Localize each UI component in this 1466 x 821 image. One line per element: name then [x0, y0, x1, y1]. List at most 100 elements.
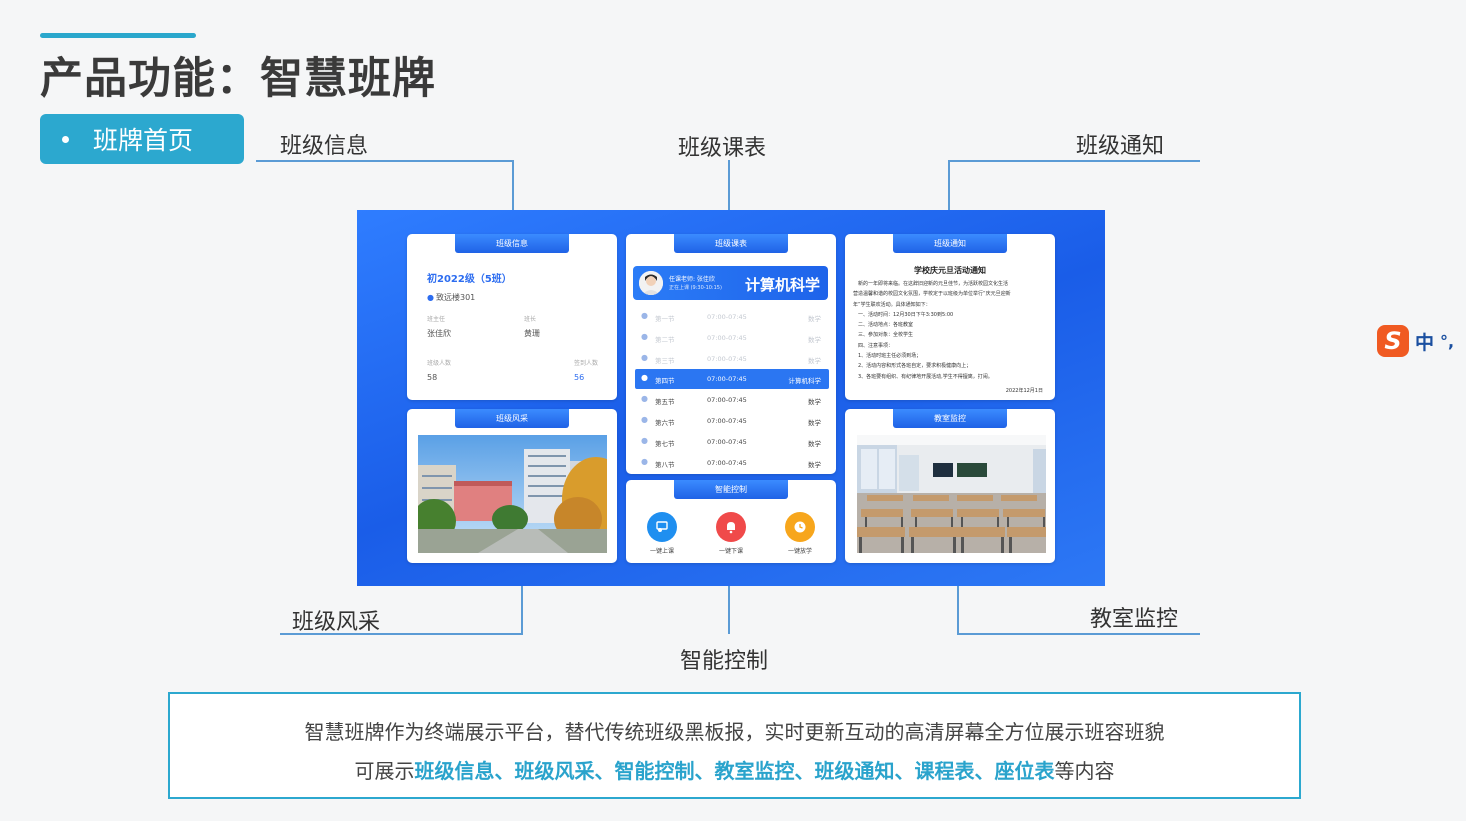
schedule-row: ● 第三节 07:00-07:45 数学	[635, 349, 829, 369]
bullet-icon: ●	[641, 394, 648, 404]
notice-line: 营造温馨和谐的校园文化氛围，学校定于以班级为单位举行“庆元旦迎新	[853, 291, 1011, 298]
one-click-start-class-button[interactable]: 一键上课	[642, 512, 682, 555]
callout-line	[957, 586, 959, 634]
summary-highlight: 座位表	[994, 759, 1055, 783]
card-header: 智能控制	[674, 480, 788, 499]
teacher-avatar	[639, 271, 663, 295]
notice-line: 二、活动地点：各班教室	[853, 322, 914, 329]
schedule-row: ● 第二节 07:00-07:45 数学	[635, 328, 829, 348]
schedule-row: ● 第七节 07:00-07:45 数学	[635, 432, 829, 452]
schedule-row: ● 第四节 07:00-07:45 计算机科学	[635, 369, 829, 390]
callout-line	[728, 160, 730, 210]
notice-body: 新的一年即将来临。在这辞旧迎新的元旦佳节，为活跃校园文化生活 营造温馨和谐的校园文…	[853, 279, 1049, 382]
summary-highlight: 班级风采	[514, 759, 595, 783]
class-name: 初2022级（5班）	[427, 274, 512, 285]
period-time: 07:00-07:45	[707, 458, 747, 467]
period-subject: 数学	[808, 315, 821, 323]
current-class-banner: 任课老师: 张佳欣 正在上课 (9:30-10:15) 计算机科学	[633, 266, 828, 300]
callout-line	[957, 633, 1200, 635]
summary-separator: 、	[794, 759, 815, 783]
bullet-icon	[62, 135, 69, 143]
notice-title: 学校庆元旦活动通知	[914, 266, 986, 275]
period-subject: 数学	[808, 460, 821, 469]
bullet-icon: ●	[641, 331, 648, 341]
bullet-icon: ●	[641, 415, 648, 424]
notice-line: 年”学生联欢活动。具体通知如下：	[853, 301, 931, 308]
class-style-card: 班级风采	[407, 409, 617, 563]
period-subject: 数学	[808, 335, 821, 344]
card-header: 班级信息	[455, 234, 569, 253]
clock-icon	[785, 512, 815, 542]
head-teacher-label: 班主任	[427, 316, 446, 323]
schedule-row: ● 第五节 07:00-07:45 数学	[635, 390, 829, 410]
bullet-icon: ●	[641, 352, 648, 362]
bullet-icon: ●	[641, 373, 648, 383]
notice-line: 3、各班要有组织、有纪律地开展活动,学生不得擅离，打闹。	[853, 373, 993, 380]
ime-status-bar[interactable]: S 中 °,	[1377, 324, 1466, 358]
one-click-dismiss-button[interactable]: 一键放学	[780, 512, 820, 555]
period: 第七节	[655, 439, 675, 448]
callout-line	[256, 160, 514, 162]
period-subject: 数学	[808, 419, 821, 427]
period-subject: 数学	[808, 398, 821, 407]
period-time: 07:00-07:45	[707, 375, 747, 384]
section-tab-label: 班牌首页	[93, 126, 194, 155]
schedule-card: 班级课表 任课老师: 张佳欣 正在上课 (9:30-10:15) 计算机科学 ●…	[626, 234, 836, 474]
card-header: 班级通知	[893, 234, 1007, 253]
period-subject: 数学	[808, 439, 821, 448]
summary-highlight: 班级通知	[814, 759, 895, 783]
period: 第二节	[655, 335, 675, 344]
class-start-icon	[647, 512, 677, 542]
period: 第四节	[655, 377, 675, 386]
class-size-label: 班级人数	[427, 360, 452, 367]
period-time: 07:00-07:45	[707, 333, 747, 342]
title-accent-bar	[40, 33, 196, 38]
summary-separator: 、	[894, 759, 915, 783]
callout-line	[728, 586, 730, 634]
callout-line	[512, 160, 514, 210]
period-time: 07:00-07:45	[707, 396, 747, 405]
notice-card: 班级通知 学校庆元旦活动通知 新的一年即将来临。在这辞旧迎新的元旦佳节，为活跃校…	[845, 234, 1055, 400]
section-tab-home[interactable]: 班牌首页	[40, 114, 244, 164]
head-teacher-value: 张佳欣	[427, 329, 451, 338]
summary-line-2: 可展示班级信息、班级风采、智能控制、教室监控、班级通知、课程表、座位表等内容	[170, 755, 1299, 784]
summary-highlight: 课程表	[914, 759, 975, 783]
notice-date: 2022年12月1日	[1005, 388, 1043, 394]
notice-line: 2、活动内容和形式各班自定，要求积极健康向上；	[853, 363, 972, 370]
period-time: 07:00-07:45	[707, 417, 747, 425]
teacher-name: 任课老师: 张佳欣	[669, 276, 715, 283]
period: 第三节	[655, 356, 675, 365]
monitor-label: 班长	[524, 316, 537, 323]
class-size-value: 58	[427, 373, 438, 382]
smart-control-card: 智能控制 一键上课 一键下课 一键放学	[626, 480, 836, 563]
period-subject: 计算机科学	[788, 377, 822, 386]
notice-line: 三、参加对象：全校学生	[853, 332, 914, 339]
period-time: 07:00-07:45	[707, 313, 747, 321]
period: 第一节	[655, 315, 675, 323]
page-title: 产品功能：智慧班牌	[40, 54, 436, 104]
campus-photo	[418, 435, 607, 553]
period-subject: 数学	[808, 356, 821, 365]
summary-separator: 、	[974, 759, 995, 783]
classroom-camera-feed[interactable]	[857, 435, 1046, 553]
callout-line	[280, 633, 523, 635]
ime-punctuation[interactable]: °,	[1440, 332, 1454, 351]
class-info-card: 班级信息 初2022级（5班） ● 致远楼301 班主任 张佳欣 班长 黄珊 班级…	[407, 234, 617, 400]
period-time: 07:00-07:45	[707, 354, 747, 363]
card-header: 教室监控	[893, 409, 1007, 428]
sogou-ime-icon: S	[1377, 325, 1409, 357]
callout-line	[521, 586, 523, 634]
classroom-monitor-card: 教室监控	[845, 409, 1055, 563]
bell-icon	[716, 512, 746, 542]
location-pin-icon: ●	[427, 293, 434, 302]
period: 第五节	[655, 398, 675, 407]
one-click-end-class-button[interactable]: 一键下课	[711, 512, 751, 555]
bullet-icon: ●	[641, 435, 648, 445]
ime-mode[interactable]: 中	[1415, 328, 1434, 355]
callout-line	[948, 160, 1200, 162]
signed-count-value: 56	[574, 373, 585, 382]
notice-line: 一、活动时间：12月30日下午3:30到5:00	[853, 311, 954, 318]
period-time: 07:00-07:45	[707, 437, 747, 446]
summary-separator: 、	[594, 759, 615, 783]
summary-line-1: 智慧班牌作为终端展示平台，替代传统班级黑板报，实时更新互动的高清屏幕全方位展示班…	[304, 720, 1165, 744]
